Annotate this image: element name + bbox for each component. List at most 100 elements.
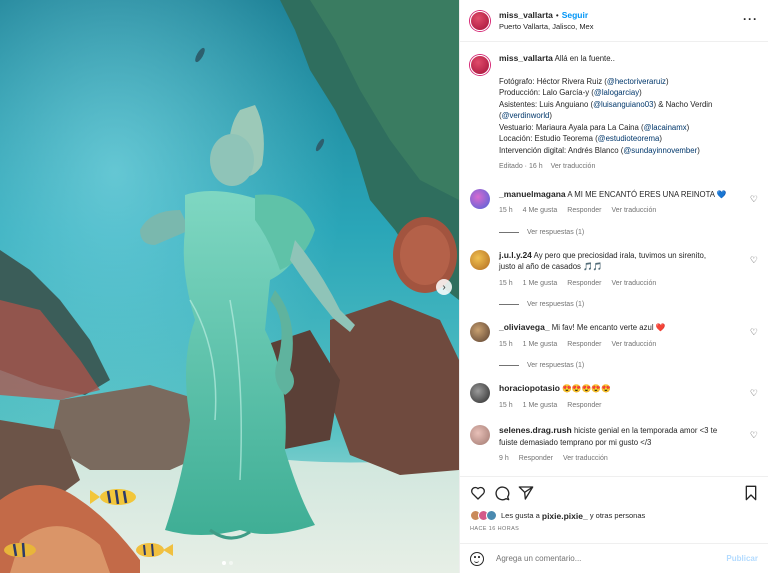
view-replies-button[interactable]: Ver respuestas (1)	[499, 362, 758, 369]
author-username[interactable]: miss_vallarta	[499, 10, 553, 20]
author-avatar[interactable]	[470, 10, 490, 31]
comment-username[interactable]: j.u.l.y.24	[499, 250, 532, 260]
heart-icon[interactable]: ♡	[750, 255, 758, 266]
replies-line	[499, 304, 519, 305]
comment-composer: Agrega un comentario... Publicar	[460, 543, 768, 573]
heart-icon[interactable]: ♡	[750, 388, 758, 399]
likes-user[interactable]: pixie.pixie_	[542, 511, 588, 521]
translate-link[interactable]: Ver traducción	[563, 455, 608, 462]
comment-icon[interactable]	[494, 485, 510, 501]
publish-button[interactable]: Publicar	[726, 554, 758, 563]
comment-meta: 15 h 4 Me gusta Responder Ver traducción	[499, 205, 744, 217]
comment-body: j.u.l.y.24 Ay pero que preciosidad irala…	[499, 250, 744, 290]
comment-meta: 15 h 1 Me gusta Responder Ver traducción	[499, 278, 744, 290]
action-bar	[460, 476, 768, 504]
comment-body: horaciopotasio 😍😍😍😍😍 15 h 1 Me gusta Respo…	[499, 383, 744, 411]
comment-avatar[interactable]	[470, 322, 490, 342]
comment-username[interactable]: _manuelmagana	[499, 189, 566, 199]
replies-line	[499, 231, 519, 233]
caption-username[interactable]: miss_vallarta	[499, 53, 553, 63]
translate-link[interactable]: Ver traducción	[612, 280, 657, 287]
comment-username[interactable]: _oliviavega_	[499, 322, 550, 332]
comment-body: selenes.drag.rush hiciste genial en la t…	[499, 425, 744, 465]
next-image-button[interactable]: ›	[436, 279, 452, 295]
comment-text: hiciste genial en la temporada amor <3 t…	[573, 426, 718, 435]
mention-link[interactable]: @lalogarciay	[594, 88, 639, 97]
post-sidebar: miss_vallarta • Seguir Puerto Vallarta, Ja…	[459, 0, 768, 573]
reply-button[interactable]: Responder	[567, 207, 601, 214]
mention-link[interactable]: @lacainamx	[644, 123, 687, 132]
comment-text: Ay pero que preciosidad irala, tuvimos u…	[533, 250, 707, 260]
likes-suffix[interactable]: y otras personas	[590, 511, 645, 520]
translate-link[interactable]: Ver traducción	[612, 207, 657, 214]
edited-label: Editado · 16 h	[499, 163, 543, 170]
comment-username[interactable]: selenes.drag.rush	[499, 425, 572, 435]
comment-avatar[interactable]	[470, 383, 490, 403]
comment-username[interactable]: horaciopotasio	[499, 383, 560, 393]
post-time-ago: HACE 16 HORAS	[470, 526, 520, 532]
view-replies-button[interactable]: Ver respuestas (1)	[499, 229, 758, 236]
comment-text-line2: justo al año de casados 🎵🎵	[499, 262, 603, 271]
chevron-right-icon: ›	[442, 281, 446, 293]
caption-avatar[interactable]	[470, 55, 490, 75]
comment-time: 15 h	[499, 279, 513, 287]
comment-item: _manuelmagana A MI ME ENCANTÓ ERES UNA R…	[470, 188, 758, 217]
post-location[interactable]: Puerto Vallarta, Jalisco, Mex	[499, 21, 593, 32]
reply-button[interactable]: Responder	[519, 455, 553, 462]
reply-button[interactable]: Responder	[567, 280, 601, 287]
emoji-icon[interactable]	[470, 551, 484, 566]
mention-link[interactable]: @verdinworld	[502, 111, 550, 120]
credit-line: Intervención digital: Andrés Blanco (@su…	[499, 145, 700, 155]
comment-time: 15 h	[499, 207, 513, 214]
translate-link[interactable]: Ver traducción	[551, 163, 596, 170]
credit-line: Fotógrafo: Héctor Rivera Ruiz (@hectoriv…	[499, 76, 669, 86]
credit-line: (@verdinworld)	[499, 111, 553, 120]
comment-meta: 15 h 1 Me gusta Responder Ver traducción	[499, 339, 744, 351]
comment-avatar[interactable]	[470, 188, 490, 209]
reply-button[interactable]: Responder	[567, 341, 601, 348]
comment-meta: 9 h Responder Ver traducción	[499, 453, 744, 465]
send-icon[interactable]	[518, 485, 534, 501]
view-replies-button[interactable]: Ver respuestas (1)	[499, 301, 758, 308]
bookmark-icon[interactable]	[744, 485, 758, 501]
likes-prefix: Les gusta a	[501, 511, 540, 520]
comment-likes[interactable]: 4 Me gusta	[523, 207, 558, 214]
comment-time: 15 h	[499, 401, 513, 409]
comment-body: _oliviavega_ Mi fav! Me encanto verte az…	[499, 322, 744, 350]
caption-meta: Editado · 16 h Ver traducción	[499, 161, 712, 173]
reply-button[interactable]: Responder	[567, 402, 601, 409]
comment-text-line2: fuiste demasiado temprano por mi gusto <…	[499, 437, 652, 447]
comment-avatar[interactable]	[470, 425, 490, 445]
comment-input[interactable]: Agrega un comentario...	[496, 554, 726, 563]
comment-avatar[interactable]	[470, 249, 490, 270]
comments-scroll[interactable]: miss_vallarta Allá en la fuente.. Fotógr…	[460, 43, 768, 475]
comment-item: selenes.drag.rush hiciste genial en la t…	[470, 425, 758, 465]
comment-item: j.u.l.y.24 Ay pero que preciosidad irala…	[470, 249, 758, 290]
heart-icon[interactable]: ♡	[750, 194, 758, 205]
translate-link[interactable]: Ver traducción	[612, 341, 657, 348]
comment-likes[interactable]: 1 Me gusta	[523, 280, 558, 287]
more-horizontal-icon[interactable]: ···	[743, 12, 758, 26]
replies-line	[499, 365, 519, 366]
caption: miss_vallarta Allá en la fuente.. Fotógr…	[470, 53, 758, 173]
carousel-dot-active	[222, 561, 226, 565]
credit-line: Vestuario: Mariaura Ayala para La Caina …	[499, 122, 690, 132]
comment-likes[interactable]: 1 Me gusta	[523, 402, 558, 409]
mention-link[interactable]: @sundayinnovember	[623, 146, 697, 155]
follow-button[interactable]: Seguir	[562, 10, 588, 20]
mention-link[interactable]: @luisanguiano03	[593, 100, 653, 109]
comment-likes[interactable]: 1 Me gusta	[523, 341, 558, 348]
post-image[interactable]: ›	[0, 0, 459, 573]
comment-meta: 15 h 1 Me gusta Responder	[499, 400, 744, 412]
separator-dot: •	[555, 10, 559, 20]
heart-icon[interactable]: ♡	[750, 327, 758, 338]
credit-line: Asistentes: Luis Anguiano (@luisanguiano…	[499, 99, 713, 109]
comment-time: 9 h	[499, 455, 509, 462]
heart-icon[interactable]	[470, 485, 486, 501]
caption-body: miss_vallarta Allá en la fuente.. Fotógr…	[499, 53, 712, 173]
mention-link[interactable]: @hectoriveraruiz	[607, 77, 666, 86]
mention-link[interactable]: @estudioteorema	[598, 134, 660, 143]
underwater-photo	[0, 0, 459, 573]
heart-icon[interactable]: ♡	[750, 430, 758, 441]
comment-item: horaciopotasio 😍😍😍😍😍 15 h 1 Me gusta Respo…	[470, 383, 758, 411]
